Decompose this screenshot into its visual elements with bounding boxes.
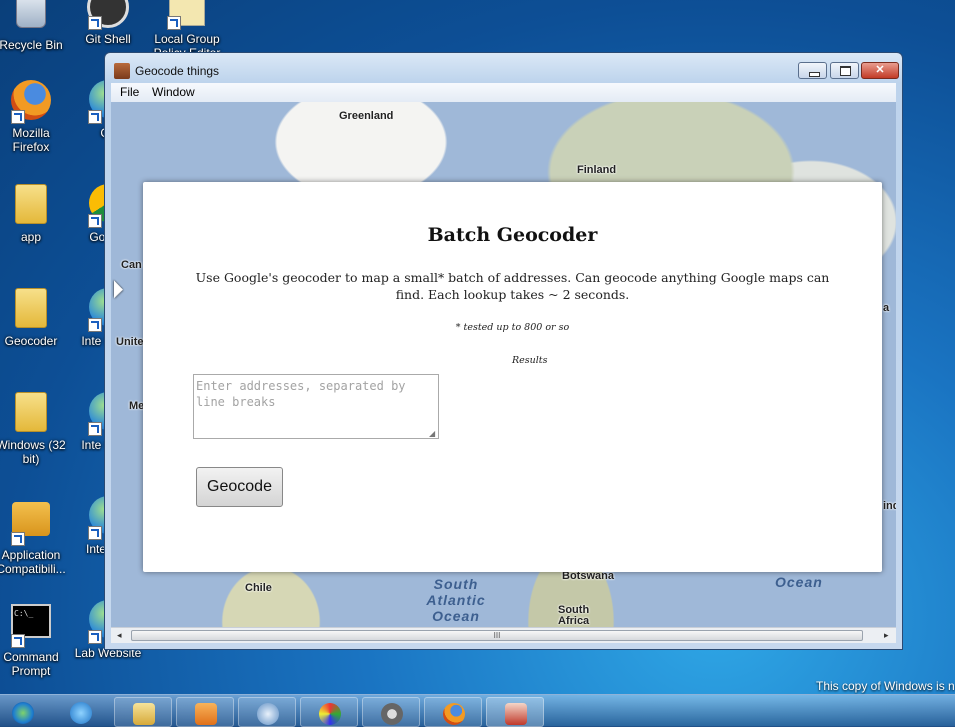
policy-editor-icon bbox=[165, 0, 209, 30]
map-label: South Africa bbox=[558, 604, 590, 627]
desktop-icon-label: Mozilla Firefox bbox=[12, 126, 50, 154]
folder-icon bbox=[9, 392, 53, 436]
desktop-icon-label: Command Prompt bbox=[3, 650, 59, 678]
taskbar-paint[interactable] bbox=[300, 697, 358, 727]
results-label: Results bbox=[512, 355, 548, 366]
desktop-icon-git-shell[interactable]: Git Shell bbox=[71, 0, 145, 46]
internet-explorer-icon bbox=[70, 702, 92, 724]
shortcut-arrow-icon bbox=[88, 630, 102, 644]
maximize-button[interactable] bbox=[830, 62, 859, 79]
desktop-icon-app[interactable]: app bbox=[0, 184, 68, 244]
menu-file[interactable]: File bbox=[120, 85, 139, 99]
app-icon bbox=[114, 63, 130, 79]
minimize-button[interactable] bbox=[798, 62, 827, 79]
app-window[interactable]: Geocode things ✕ File Window Greenland F… bbox=[104, 52, 903, 650]
application-compatibility-icon bbox=[9, 502, 53, 546]
ocean-label: South Atlantic Ocean bbox=[426, 576, 486, 624]
map-label: Chile bbox=[245, 582, 272, 594]
taskbar bbox=[0, 694, 955, 727]
ocean-label: Ocean bbox=[775, 574, 823, 590]
map-label: Finland bbox=[577, 164, 617, 176]
shortcut-arrow-icon bbox=[167, 16, 181, 30]
shortcut-arrow-icon bbox=[11, 110, 25, 124]
shortcut-arrow-icon bbox=[88, 214, 102, 228]
map-label: a bbox=[883, 302, 890, 314]
taskbar-explorer[interactable] bbox=[114, 697, 172, 727]
media-player-icon bbox=[195, 703, 217, 725]
mouse-cursor-icon bbox=[114, 280, 123, 302]
shortcut-arrow-icon bbox=[88, 16, 102, 30]
web-content: Greenland Finland Can Unite Me Chile Bot… bbox=[111, 102, 896, 643]
taskbar-media-player[interactable] bbox=[176, 697, 234, 727]
scroll-left-icon[interactable]: ◂ bbox=[117, 630, 122, 641]
command-prompt-icon: C:\_ bbox=[9, 604, 53, 648]
pushpin-icon bbox=[505, 703, 527, 725]
taskbar-settings[interactable] bbox=[362, 697, 420, 727]
taskbar-app[interactable] bbox=[238, 697, 296, 727]
app-icon bbox=[257, 703, 279, 725]
taskbar-geocode-app[interactable] bbox=[486, 697, 544, 727]
horizontal-scrollbar[interactable]: ◂ III ▸ bbox=[111, 627, 896, 643]
maximize-icon bbox=[840, 66, 851, 76]
folder-icon bbox=[9, 288, 53, 332]
desktop-icon-label: Git Shell bbox=[85, 32, 131, 46]
firefox-icon bbox=[9, 80, 53, 124]
taskbar-internet-explorer[interactable] bbox=[52, 697, 110, 727]
desktop-icon-application-compatibility[interactable]: Application Compatibili... bbox=[0, 496, 68, 576]
minimize-icon bbox=[809, 72, 820, 77]
desktop-icon-label: Geocoder bbox=[4, 334, 58, 348]
shortcut-arrow-icon bbox=[88, 422, 102, 436]
resize-grip-icon[interactable]: ◢ bbox=[429, 429, 435, 438]
desktop-icon-recycle-bin[interactable]: Recycle Bin bbox=[0, 0, 68, 52]
batch-geocoder-panel: Batch Geocoder Use Google's geocoder to … bbox=[143, 182, 882, 572]
desktop-icon-geocoder[interactable]: Geocoder bbox=[0, 288, 68, 348]
map-label: ind bbox=[883, 500, 896, 512]
shortcut-arrow-icon bbox=[88, 318, 102, 332]
folder-icon bbox=[9, 184, 53, 228]
desktop-icon-command-prompt[interactable]: C:\_ Command Prompt bbox=[0, 600, 68, 678]
map-label: Unite bbox=[116, 336, 144, 348]
map-label: Me bbox=[129, 400, 145, 412]
gear-icon bbox=[381, 703, 403, 725]
shortcut-arrow-icon bbox=[11, 634, 25, 648]
title-bar[interactable]: Geocode things ✕ bbox=[105, 53, 902, 87]
folder-icon bbox=[133, 703, 155, 725]
git-shell-icon bbox=[86, 0, 130, 30]
window-title: Geocode things bbox=[135, 64, 220, 78]
recycle-bin-icon bbox=[9, 0, 53, 36]
close-icon: ✕ bbox=[875, 64, 885, 76]
shortcut-arrow-icon bbox=[88, 110, 102, 124]
desktop-icon-local-group-policy-editor[interactable]: Local Group Policy Editor bbox=[150, 0, 224, 60]
desktop-icon-windows-32bit[interactable]: Windows (32 bit) bbox=[0, 392, 68, 466]
panel-description: Use Google's geocoder to map a small* ba… bbox=[195, 270, 830, 302]
start-button[interactable] bbox=[0, 697, 48, 727]
geocode-button[interactable]: Geocode bbox=[196, 467, 283, 507]
panel-title: Batch Geocoder bbox=[427, 224, 598, 246]
windows-logo-icon bbox=[12, 702, 34, 724]
shortcut-arrow-icon bbox=[11, 532, 25, 546]
close-button[interactable]: ✕ bbox=[861, 62, 899, 79]
shortcut-arrow-icon bbox=[88, 526, 102, 540]
menu-window[interactable]: Window bbox=[152, 85, 195, 99]
desktop-icon-firefox[interactable]: Mozilla Firefox bbox=[0, 80, 68, 154]
firefox-icon bbox=[443, 703, 465, 725]
map-label: Can bbox=[121, 259, 142, 271]
desktop-icon-label: app bbox=[20, 230, 42, 244]
paint-icon bbox=[319, 703, 341, 725]
desktop-icon-label: Application Compatibili... bbox=[0, 548, 66, 576]
taskbar-firefox[interactable] bbox=[424, 697, 482, 727]
desktop-icon-label: Windows (32 bit) bbox=[0, 438, 66, 466]
desktop-icon-label: Recycle Bin bbox=[0, 38, 63, 52]
scrollbar-thumb[interactable]: III bbox=[131, 630, 863, 641]
panel-footnote: * tested up to 800 or so bbox=[455, 322, 570, 333]
windows-activation-watermark: This copy of Windows is n bbox=[816, 679, 955, 693]
menu-bar: File Window bbox=[111, 83, 896, 102]
scroll-right-icon[interactable]: ▸ bbox=[884, 630, 889, 641]
addresses-input[interactable] bbox=[193, 374, 439, 439]
map-label: Greenland bbox=[339, 110, 394, 122]
